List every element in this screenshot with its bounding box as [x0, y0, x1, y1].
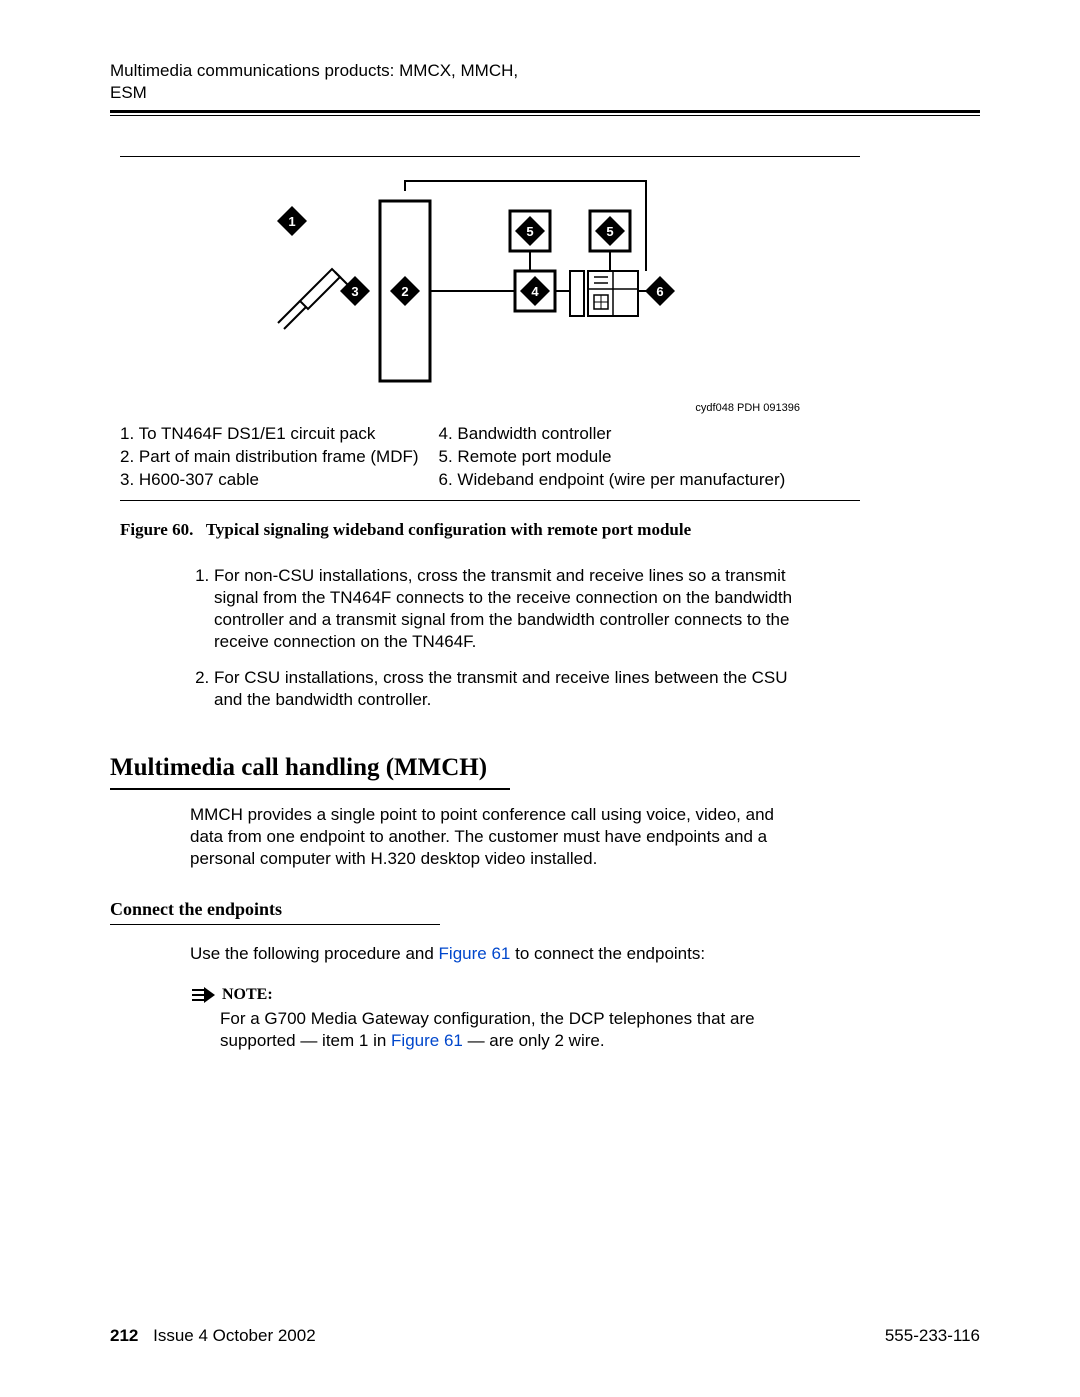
- svg-text:5: 5: [526, 224, 533, 239]
- page-number: 212: [110, 1326, 138, 1345]
- issue-date: Issue 4 October 2002: [153, 1326, 316, 1345]
- doc-number: 555-233-116: [885, 1325, 980, 1347]
- subsection-rule: [110, 924, 440, 925]
- list-item: For non-CSU installations, cross the tra…: [214, 565, 804, 653]
- figure-diagram: 1 3 2 5 5 4 6: [120, 171, 860, 397]
- note-body: For a G700 Media Gateway configuration, …: [220, 1008, 760, 1052]
- figure-caption-label: Figure 60.: [120, 520, 193, 539]
- figure-61-link[interactable]: Figure 61: [391, 1031, 463, 1050]
- cable-icon: [278, 269, 350, 329]
- svg-text:5: 5: [606, 224, 613, 239]
- legend-right-col: 4. Bandwidth controller 5. Remote port m…: [439, 422, 786, 492]
- note-label: NOTE:: [222, 985, 273, 1006]
- subsection-heading-connect: Connect the endpoints: [110, 898, 980, 921]
- figure-bottom-rule: [120, 500, 860, 501]
- note-block: NOTE: For a G700 Media Gateway configura…: [190, 985, 780, 1052]
- header-rule-thick: [110, 110, 980, 113]
- svg-text:4: 4: [531, 284, 539, 299]
- legend-left-col: 1. To TN464F DS1/E1 circuit pack 2. Part…: [120, 422, 419, 492]
- legend-item: 4. Bandwidth controller: [439, 423, 786, 445]
- legend-item: 5. Remote port module: [439, 446, 786, 468]
- note-post: — are only 2 wire.: [463, 1031, 605, 1050]
- list-item: For CSU installations, cross the transmi…: [214, 667, 804, 711]
- note-arrow-icon: [190, 986, 216, 1004]
- figure-caption: Figure 60. Typical signaling wideband co…: [120, 519, 860, 541]
- intro-pre: Use the following procedure and: [190, 944, 439, 963]
- section-rule: [110, 788, 510, 790]
- figure-block: 1 3 2 5 5 4 6 cydf048 PDH 091396 1. To T…: [120, 156, 860, 541]
- note-head: NOTE:: [190, 985, 780, 1006]
- section-body: MMCH provides a single point to point co…: [190, 804, 780, 870]
- svg-text:6: 6: [656, 284, 663, 299]
- figure-61-link[interactable]: Figure 61: [439, 944, 511, 963]
- header-rule-thin: [110, 115, 980, 116]
- figure-id-code: cydf048 PDH 091396: [120, 401, 800, 415]
- legend-item: 3. H600-307 cable: [120, 469, 419, 491]
- legend-item: 6. Wideband endpoint (wire per manufactu…: [439, 469, 786, 491]
- figure-top-rule: [120, 156, 860, 157]
- page-footer: 212 Issue 4 October 2002 555-233-116: [110, 1325, 980, 1347]
- figure-caption-text: Typical signaling wideband configuration…: [206, 520, 691, 539]
- figure-notes-list: For non-CSU installations, cross the tra…: [190, 565, 804, 712]
- footer-left: 212 Issue 4 October 2002: [110, 1325, 316, 1347]
- wideband-config-diagram: 1 3 2 5 5 4 6: [250, 171, 730, 391]
- callout-1: 1: [277, 206, 307, 236]
- svg-text:2: 2: [401, 284, 408, 299]
- section-heading-mmch: Multimedia call handling (MMCH): [110, 752, 980, 785]
- intro-post: to connect the endpoints:: [510, 944, 705, 963]
- callout-6: 6: [645, 276, 675, 306]
- figure-legend: 1. To TN464F DS1/E1 circuit pack 2. Part…: [120, 422, 860, 492]
- legend-item: 2. Part of main distribution frame (MDF): [120, 446, 419, 468]
- legend-item: 1. To TN464F DS1/E1 circuit pack: [120, 423, 419, 445]
- running-header: Multimedia communications products: MMCX…: [110, 60, 530, 104]
- subsection-intro: Use the following procedure and Figure 6…: [190, 943, 780, 965]
- svg-text:1: 1: [288, 214, 295, 229]
- page: Multimedia communications products: MMCX…: [0, 0, 1080, 1397]
- svg-text:3: 3: [351, 284, 358, 299]
- endpoint-device-icon: [570, 271, 638, 316]
